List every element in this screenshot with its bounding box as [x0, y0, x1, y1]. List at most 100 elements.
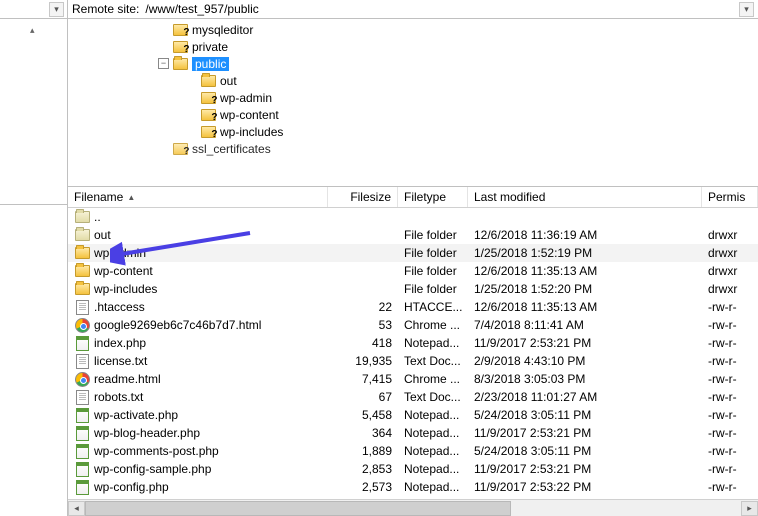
notepad-file-icon [74, 407, 90, 423]
scroll-track[interactable] [85, 501, 741, 516]
cell-type: Notepad... [398, 336, 468, 350]
cell-perm: -rw-r- [702, 318, 758, 332]
list-item[interactable]: google9269eb6c7c46b7d7.html53Chrome ...7… [68, 316, 758, 334]
tree-item[interactable]: wp-admin [68, 89, 758, 106]
local-list-stub [0, 204, 67, 516]
filename-label: .htaccess [94, 300, 145, 314]
list-item[interactable]: wp-activate.php5,458Notepad...5/24/2018 … [68, 406, 758, 424]
scroll-thumb[interactable] [85, 501, 511, 516]
scroll-left-icon[interactable]: ◂ [68, 501, 85, 516]
col-filesize[interactable]: Filesize [328, 187, 398, 207]
filename-label: .. [94, 210, 101, 224]
list-body[interactable]: .. outFile folder12/6/2018 11:36:19 AMdrw… [68, 208, 758, 499]
cell-mod: 1/25/2018 1:52:19 PM [468, 246, 702, 260]
cell-perm: -rw-r- [702, 480, 758, 494]
tree-item-label: wp-admin [220, 91, 272, 105]
folder-icon [172, 56, 188, 72]
list-item[interactable]: robots.txt67Text Doc...2/23/2018 11:01:2… [68, 388, 758, 406]
list-item[interactable]: license.txt 19,935Text Doc...2/9/2018 4:4… [68, 352, 758, 370]
folder-unknown-icon [200, 107, 216, 123]
list-item[interactable]: .. [68, 208, 758, 226]
cell-perm: -rw-r- [702, 444, 758, 458]
list-item[interactable]: readme.html7,415Chrome ...8/3/2018 3:05:… [68, 370, 758, 388]
cell-type: Text Doc... [398, 354, 468, 368]
folder-unknown-icon [172, 141, 188, 157]
remote-tree[interactable]: mysqleditor private−public out wp-admin wp-c… [68, 19, 758, 187]
cell-size: 2,853 [328, 462, 398, 476]
cell-type: File folder [398, 264, 468, 278]
filename-label: license.txt [94, 354, 147, 368]
filename-label: index.php [94, 336, 146, 350]
tree-item-label: wp-content [220, 108, 279, 122]
text-file-icon [74, 353, 90, 369]
dropdown-icon[interactable]: ▾ [739, 2, 754, 17]
remote-path-value[interactable]: /www/test_957/public [145, 2, 739, 16]
col-permissions[interactable]: Permis [702, 187, 758, 207]
list-item[interactable]: wp-comments-post.php1,889Notepad...5/24/… [68, 442, 758, 460]
cell-size: 67 [328, 390, 398, 404]
tree-item[interactable]: wp-includes [68, 123, 758, 140]
cell-mod: 7/4/2018 8:11:41 AM [468, 318, 702, 332]
cell-size: 53 [328, 318, 398, 332]
cell-mod: 8/3/2018 3:05:03 PM [468, 372, 702, 386]
folder-unknown-icon [172, 39, 188, 55]
filename-label: wp-activate.php [94, 408, 178, 422]
local-panel-stub: ▾ ▴ [0, 0, 68, 516]
notepad-file-icon [74, 479, 90, 495]
cell-type: Notepad... [398, 426, 468, 440]
local-tree-stub: ▴ [0, 19, 67, 36]
list-item[interactable]: wp-blog-header.php364Notepad...11/9/2017… [68, 424, 758, 442]
collapse-icon[interactable]: − [158, 58, 169, 69]
cell-size: 19,935 [328, 354, 398, 368]
cell-type: HTACCE... [398, 300, 468, 314]
filename-label: google9269eb6c7c46b7d7.html [94, 318, 261, 332]
cell-mod: 2/9/2018 4:43:10 PM [468, 354, 702, 368]
horizontal-scrollbar[interactable]: ◂ ▸ [68, 499, 758, 516]
tree-item[interactable]: private [68, 38, 758, 55]
scroll-right-icon[interactable]: ▸ [741, 501, 758, 516]
list-item[interactable]: .htaccess22HTACCE...12/6/2018 11:35:13 A… [68, 298, 758, 316]
tree-item[interactable]: −public [68, 55, 758, 72]
col-filetype[interactable]: Filetype [398, 187, 468, 207]
cell-size: 1,889 [328, 444, 398, 458]
cell-mod: 11/9/2017 2:53:21 PM [468, 336, 702, 350]
list-item[interactable]: wp-contentFile folder12/6/2018 11:35:13 … [68, 262, 758, 280]
cell-mod: 12/6/2018 11:36:19 AM [468, 228, 702, 242]
cell-mod: 2/23/2018 11:01:27 AM [468, 390, 702, 404]
folder-icon [74, 263, 90, 279]
list-item[interactable]: wp-config-sample.php2,853Notepad...11/9/… [68, 460, 758, 478]
cell-size: 7,415 [328, 372, 398, 386]
tree-item-label: private [192, 40, 228, 54]
filename-label: out [94, 228, 111, 242]
dropdown-icon[interactable]: ▾ [49, 2, 64, 17]
filename-label: wp-config.php [94, 480, 169, 494]
cell-perm: -rw-r- [702, 426, 758, 440]
cell-type: File folder [398, 246, 468, 260]
cell-size: 418 [328, 336, 398, 350]
col-filename[interactable]: Filename▲ [68, 187, 328, 207]
tree-item[interactable]: ssl_certificates [68, 140, 758, 157]
cell-mod: 12/6/2018 11:35:13 AM [468, 300, 702, 314]
tree-item[interactable]: mysqleditor [68, 21, 758, 38]
cell-size: 364 [328, 426, 398, 440]
tree-item[interactable]: wp-content [68, 106, 758, 123]
list-item[interactable]: index.php 418Notepad...11/9/2017 2:53:21 … [68, 334, 758, 352]
tree-item[interactable]: out [68, 72, 758, 89]
cell-perm: -rw-r- [702, 354, 758, 368]
tree-item-label: out [220, 74, 237, 88]
remote-path-label: Remote site: [72, 2, 145, 16]
cell-perm: -rw-r- [702, 390, 758, 404]
folder-icon [74, 245, 90, 261]
col-modified[interactable]: Last modified [468, 187, 702, 207]
cell-mod: 5/24/2018 3:05:11 PM [468, 444, 702, 458]
list-item[interactable]: wp-adminFile folder1/25/2018 1:52:19 PMd… [68, 244, 758, 262]
list-item[interactable]: outFile folder12/6/2018 11:36:19 AMdrwxr [68, 226, 758, 244]
list-item[interactable]: wp-includesFile folder1/25/2018 1:52:20 … [68, 280, 758, 298]
filename-label: wp-blog-header.php [94, 426, 200, 440]
filename-label: wp-admin [94, 246, 146, 260]
filename-label: wp-comments-post.php [94, 444, 219, 458]
sort-asc-icon: ▲ [127, 193, 135, 202]
list-item[interactable]: wp-config.php2,573Notepad...11/9/2017 2:… [68, 478, 758, 496]
app-window: ▾ ▴ Remote site: /www/test_957/public ▾ … [0, 0, 758, 516]
chrome-icon [74, 371, 90, 387]
